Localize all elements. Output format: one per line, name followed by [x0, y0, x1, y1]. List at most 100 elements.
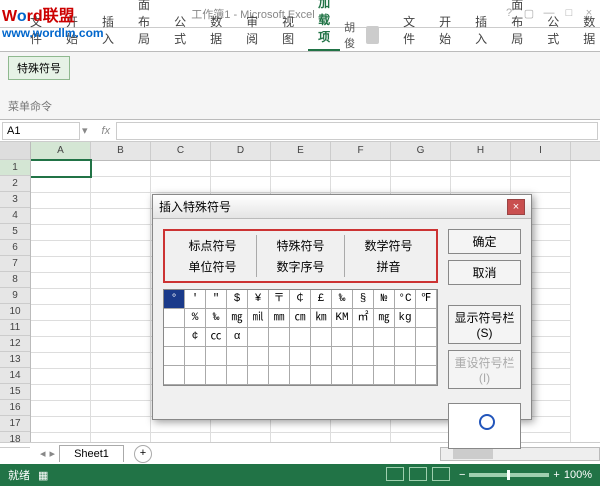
row-header[interactable]: 3 [0, 192, 30, 208]
char-cell[interactable]: ‰ [206, 309, 227, 328]
category-tab[interactable]: 特殊符号 [257, 235, 345, 256]
char-cell[interactable] [353, 347, 374, 366]
char-cell[interactable] [185, 366, 206, 385]
row-header[interactable]: 16 [0, 400, 30, 416]
char-cell[interactable] [164, 328, 185, 347]
char-cell[interactable]: 〒 [269, 290, 290, 309]
row-header[interactable]: 18 [0, 432, 30, 448]
col-header[interactable]: D [211, 142, 271, 160]
row-header[interactable]: 4 [0, 208, 30, 224]
char-cell[interactable]: ㎎ [374, 309, 395, 328]
ok-button[interactable]: 确定 [448, 229, 521, 254]
col-header[interactable]: C [151, 142, 211, 160]
char-cell[interactable] [374, 328, 395, 347]
ribbon-tab-0[interactable]: 文件 [393, 9, 425, 51]
row-header[interactable]: 10 [0, 304, 30, 320]
char-cell[interactable]: ㎞ [311, 309, 332, 328]
fx-icon[interactable]: fx [102, 125, 111, 137]
ribbon-tab[interactable]: 视图 [272, 9, 304, 51]
char-cell[interactable] [164, 309, 185, 328]
char-cell[interactable] [248, 328, 269, 347]
char-cell[interactable] [227, 347, 248, 366]
row-header[interactable]: 15 [0, 384, 30, 400]
ribbon-tab-3[interactable]: 页面布局 [501, 0, 533, 51]
ribbon-tab-1[interactable]: 开始 [429, 9, 461, 51]
col-header[interactable]: A [31, 142, 91, 160]
char-cell[interactable] [206, 347, 227, 366]
char-cell[interactable]: ° [164, 290, 185, 309]
dialog-titlebar[interactable]: 插入特殊符号 × [153, 195, 531, 219]
char-cell[interactable] [290, 328, 311, 347]
char-cell[interactable] [311, 328, 332, 347]
add-sheet-button[interactable]: + [134, 445, 152, 463]
char-cell[interactable] [416, 328, 437, 347]
ribbon-tab[interactable]: 加载项 [308, 0, 340, 51]
char-cell[interactable]: α [227, 328, 248, 347]
char-cell[interactable] [248, 347, 269, 366]
char-cell[interactable]: ″ [206, 290, 227, 309]
char-cell[interactable]: KM [332, 309, 353, 328]
select-all-corner[interactable] [0, 142, 30, 160]
char-cell[interactable] [395, 347, 416, 366]
char-cell[interactable]: % [185, 309, 206, 328]
avatar[interactable] [366, 26, 379, 44]
char-cell[interactable] [290, 347, 311, 366]
zoom-in-icon[interactable]: + [553, 469, 559, 481]
char-cell[interactable] [332, 347, 353, 366]
row-header[interactable]: 13 [0, 352, 30, 368]
category-tab[interactable]: 数学符号 [345, 235, 432, 256]
ribbon-tab-4[interactable]: 公式 [537, 9, 569, 51]
ribbon-tab-2[interactable]: 插入 [465, 9, 497, 51]
ribbon-tab-5[interactable]: 数据 [573, 9, 600, 51]
zoom-out-icon[interactable]: − [459, 469, 465, 481]
sheet-nav-next-icon[interactable]: ▸ [50, 447, 56, 460]
category-tab[interactable]: 单位符号 [169, 256, 257, 277]
char-cell[interactable] [332, 366, 353, 385]
ribbon-tab[interactable]: 公式 [164, 9, 196, 51]
col-header[interactable]: G [391, 142, 451, 160]
view-pagebreak-icon[interactable] [432, 467, 450, 481]
char-cell[interactable] [416, 347, 437, 366]
char-cell[interactable] [164, 366, 185, 385]
char-cell[interactable] [227, 366, 248, 385]
char-cell[interactable] [353, 366, 374, 385]
row-header[interactable]: 14 [0, 368, 30, 384]
char-cell[interactable]: $ [227, 290, 248, 309]
char-cell[interactable] [269, 366, 290, 385]
zoom-slider[interactable] [469, 473, 549, 477]
zoom-value[interactable]: 100% [564, 469, 592, 481]
row-header[interactable]: 5 [0, 224, 30, 240]
row-header[interactable]: 2 [0, 176, 30, 192]
macro-icon[interactable]: ▦ [38, 469, 48, 482]
char-cell[interactable]: ㎎ [227, 309, 248, 328]
char-cell[interactable]: ‰ [332, 290, 353, 309]
char-cell[interactable]: ℉ [416, 290, 437, 309]
char-cell[interactable]: kg [395, 309, 416, 328]
char-cell[interactable] [248, 366, 269, 385]
char-cell[interactable]: № [374, 290, 395, 309]
char-cell[interactable] [374, 347, 395, 366]
col-header[interactable]: E [271, 142, 331, 160]
char-cell[interactable] [311, 347, 332, 366]
row-header[interactable]: 12 [0, 336, 30, 352]
char-cell[interactable]: ¥ [248, 290, 269, 309]
char-cell[interactable] [374, 366, 395, 385]
col-header[interactable]: I [511, 142, 571, 160]
character-grid[interactable]: °′″$¥〒￠£‰§№°C℉%‰㎎㏕㎜㎝㎞KM㎡㎎kg¢㏄α [163, 289, 438, 386]
char-cell[interactable]: °C [395, 290, 416, 309]
ribbon-tab[interactable]: 页面布局 [128, 0, 160, 51]
char-cell[interactable] [416, 366, 437, 385]
view-pagelayout-icon[interactable] [409, 467, 427, 481]
namebox-dropdown-icon[interactable]: ▾ [82, 124, 88, 137]
cancel-button[interactable]: 取消 [448, 260, 521, 285]
category-tab[interactable]: 标点符号 [169, 235, 257, 256]
char-cell[interactable]: ㏄ [206, 328, 227, 347]
row-header[interactable]: 11 [0, 320, 30, 336]
category-tab[interactable]: 拼音 [345, 256, 432, 277]
row-header[interactable]: 1 [0, 160, 30, 176]
char-cell[interactable]: § [353, 290, 374, 309]
name-box[interactable] [2, 122, 80, 140]
ribbon-tab[interactable]: 数据 [200, 9, 232, 51]
sheet-tab[interactable]: Sheet1 [59, 445, 124, 462]
row-header[interactable]: 17 [0, 416, 30, 432]
